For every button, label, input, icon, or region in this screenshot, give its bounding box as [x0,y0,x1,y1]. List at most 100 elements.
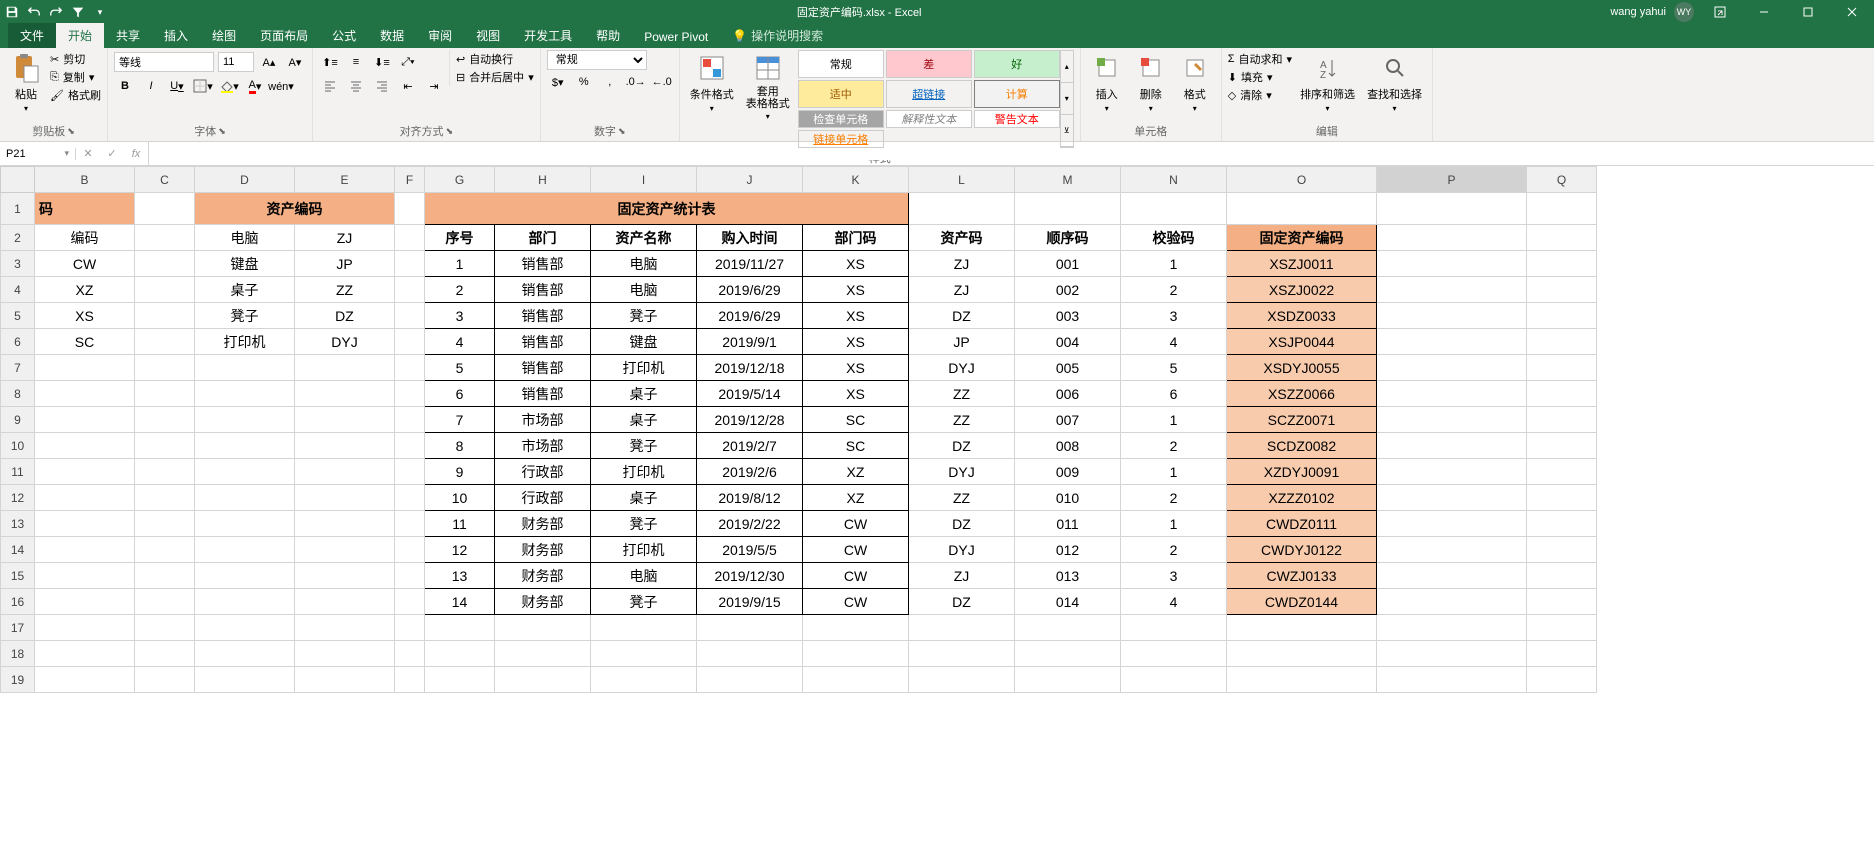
wrap-text-button[interactable]: ↩自动换行 [456,50,534,68]
row-head-4[interactable]: 4 [1,277,35,303]
row-head-13[interactable]: 13 [1,511,35,537]
gallery-more-icon[interactable]: ⊻ [1061,115,1073,147]
accept-formula-icon[interactable]: ✓ [100,142,124,166]
style-calc[interactable]: 计算 [974,80,1060,108]
decrease-indent-icon[interactable]: ⇤ [397,75,419,97]
tell-me-search[interactable]: 💡 操作说明搜索 [720,23,835,48]
col-head-J[interactable]: J [697,167,803,193]
col-head-N[interactable]: N [1121,167,1227,193]
paste-button[interactable]: 粘贴 ▾ [6,50,46,115]
row-head-19[interactable]: 19 [1,667,35,693]
col-head-H[interactable]: H [495,167,591,193]
row-head-6[interactable]: 6 [1,329,35,355]
name-box[interactable]: ▾ [0,148,76,160]
row-head-8[interactable]: 8 [1,381,35,407]
row-head-17[interactable]: 17 [1,615,35,641]
tab-home[interactable]: 开始 [56,23,104,48]
col-head-I[interactable]: I [591,167,697,193]
align-center-icon[interactable] [345,75,367,97]
percent-format-icon[interactable]: % [573,71,595,93]
align-right-icon[interactable] [371,75,393,97]
insert-cells-button[interactable]: 插入▾ [1087,50,1127,115]
cell[interactable]: 固定资产统计表 [425,193,909,225]
row-head-15[interactable]: 15 [1,563,35,589]
autosum-button[interactable]: Σ自动求和 ▾ [1228,50,1292,68]
col-head-C[interactable]: C [135,167,195,193]
row-head-12[interactable]: 12 [1,485,35,511]
dialog-launcher-icon[interactable]: ⬊ [218,126,226,137]
tab-devtools[interactable]: 开发工具 [512,23,584,48]
format-cells-button[interactable]: 格式▾ [1175,50,1215,115]
tab-draw[interactable]: 绘图 [200,23,248,48]
ribbon-display-icon[interactable] [1702,0,1738,24]
style-hyperlink[interactable]: 超链接 [886,80,972,108]
format-painter-button[interactable]: 🖌格式刷 [50,86,101,104]
col-head-F[interactable]: F [395,167,425,193]
row-head-5[interactable]: 5 [1,303,35,329]
delete-cells-button[interactable]: 删除▾ [1131,50,1171,115]
conditional-formatting-button[interactable]: 条件格式▾ [686,50,738,115]
number-format-select[interactable]: 常规 [547,50,647,70]
formula-input[interactable] [149,148,1874,160]
col-head-E[interactable]: E [295,167,395,193]
find-select-button[interactable]: 查找和选择▾ [1363,50,1426,115]
col-head-Q[interactable]: Q [1527,167,1597,193]
dialog-launcher-icon[interactable]: ⬊ [67,126,75,137]
col-head-L[interactable]: L [909,167,1015,193]
row-head-3[interactable]: 3 [1,251,35,277]
row-head-18[interactable]: 18 [1,641,35,667]
fill-button[interactable]: ⬇填充 ▾ [1228,68,1292,86]
row-head-14[interactable]: 14 [1,537,35,563]
align-middle-icon[interactable]: ≡ [345,51,367,73]
tab-powerpivot[interactable]: Power Pivot [632,26,720,48]
comma-format-icon[interactable]: , [599,71,621,93]
style-neutral[interactable]: 适中 [798,80,884,108]
cell[interactable]: 资产编码 [195,193,395,225]
style-good[interactable]: 好 [974,50,1060,78]
orientation-icon[interactable]: ⤢▾ [397,51,419,73]
tab-view[interactable]: 视图 [464,23,512,48]
increase-indent-icon[interactable]: ⇥ [423,75,445,97]
phonetic-button[interactable]: wén▾ [270,75,292,97]
decrease-decimal-icon[interactable]: ←.0 [651,71,673,93]
col-head-D[interactable]: D [195,167,295,193]
tab-review[interactable]: 审阅 [416,23,464,48]
qat-dropdown-icon[interactable]: ▾ [92,4,108,20]
clear-button[interactable]: ◇清除 ▾ [1228,86,1292,104]
italic-button[interactable]: I [140,75,162,97]
col-head-G[interactable]: G [425,167,495,193]
merge-center-button[interactable]: ⊟合并后居中 ▾ [456,68,534,86]
bold-button[interactable]: B [114,75,136,97]
font-size-select[interactable] [218,52,254,72]
row-head-9[interactable]: 9 [1,407,35,433]
style-warn[interactable]: 警告文本 [974,110,1060,128]
dialog-launcher-icon[interactable]: ⬊ [618,126,626,137]
decrease-font-icon[interactable]: A▾ [284,51,306,73]
tab-formulas[interactable]: 公式 [320,23,368,48]
align-bottom-icon[interactable]: ⬇≡ [371,51,393,73]
style-bad[interactable]: 差 [886,50,972,78]
accounting-format-icon[interactable]: $▾ [547,71,569,93]
select-all-corner[interactable] [1,167,35,193]
row-head-16[interactable]: 16 [1,589,35,615]
save-icon[interactable] [4,4,20,20]
row-head-7[interactable]: 7 [1,355,35,381]
fx-icon[interactable]: fx [124,142,148,166]
row-head-1[interactable]: 1 [1,193,35,225]
format-as-table-button[interactable]: 套用 表格格式▾ [742,50,794,123]
close-icon[interactable] [1834,0,1870,24]
worksheet-grid[interactable]: BCDEFGHIJKLMNOPQ1码资产编码固定资产统计表2编码电脑ZJ序号部门… [0,166,1874,716]
tab-layout[interactable]: 页面布局 [248,23,320,48]
col-head-P[interactable]: P [1377,167,1527,193]
maximize-icon[interactable] [1790,0,1826,24]
filter-icon[interactable] [70,4,86,20]
tab-share[interactable]: 共享 [104,23,152,48]
gallery-up-icon[interactable]: ▴ [1061,51,1073,83]
increase-decimal-icon[interactable]: .0→ [625,71,647,93]
tab-help[interactable]: 帮助 [584,23,632,48]
tab-insert[interactable]: 插入 [152,23,200,48]
increase-font-icon[interactable]: A▴ [258,51,280,73]
fill-color-button[interactable]: ▾ [218,75,240,97]
align-top-icon[interactable]: ⬆≡ [319,51,341,73]
col-head-K[interactable]: K [803,167,909,193]
